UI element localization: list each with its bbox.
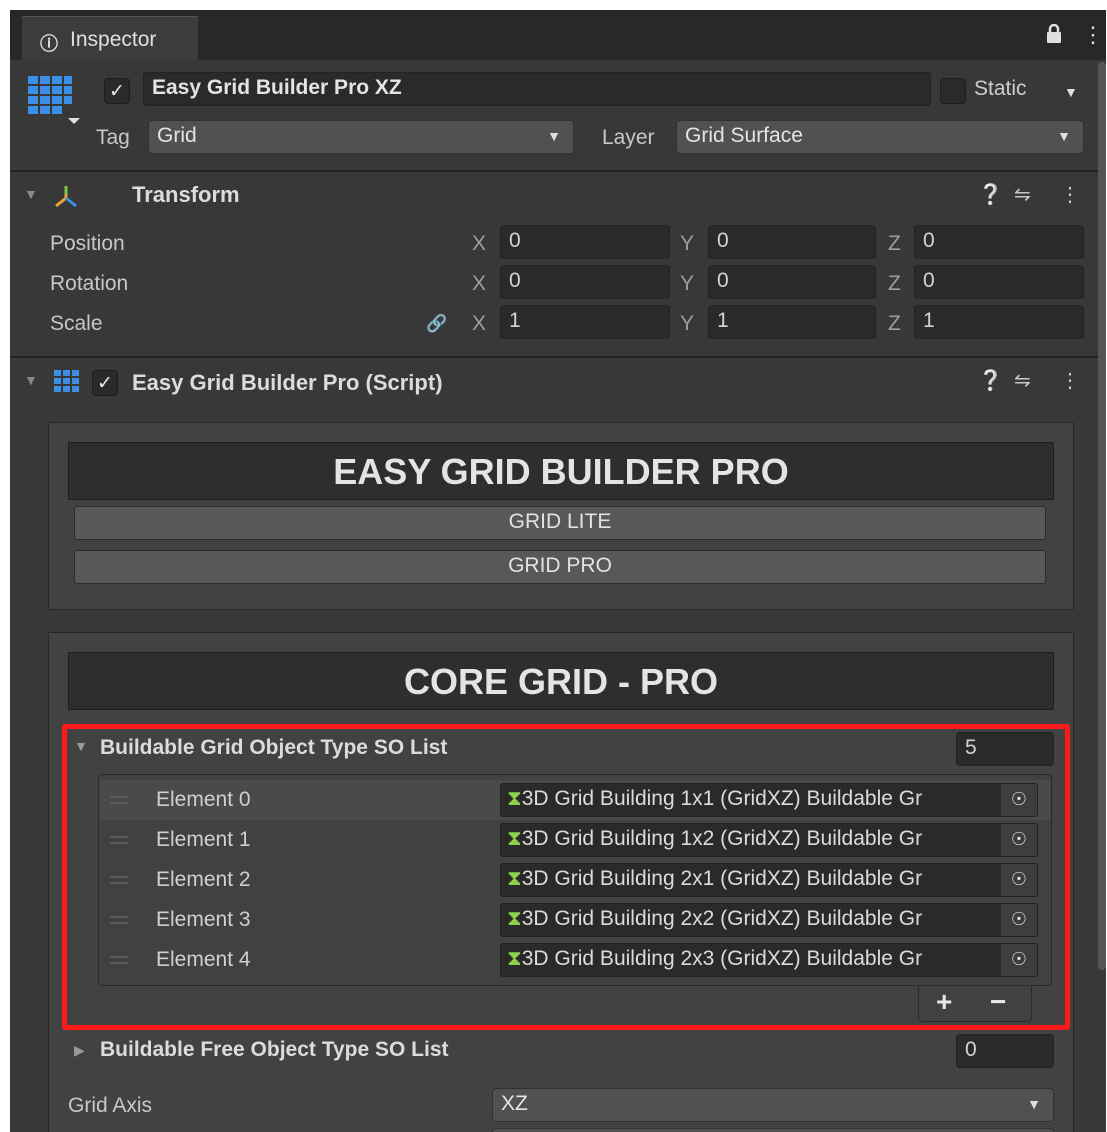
- script-enabled-checkbox[interactable]: ✓: [92, 370, 118, 396]
- layer-label: Layer: [602, 126, 655, 149]
- active-checkbox[interactable]: ✓: [104, 78, 130, 104]
- transform-row-label: Scale: [50, 312, 103, 335]
- tag-label: Tag: [96, 126, 130, 149]
- chevron-down-icon: ▼: [1057, 128, 1071, 144]
- tab-inspector[interactable]: ⓘ Inspector: [22, 16, 198, 60]
- grid-pro-button[interactable]: GRID PRO: [74, 550, 1046, 584]
- tab-label: Inspector: [70, 28, 157, 51]
- highlight-box: [62, 724, 1070, 1030]
- scrollbar-thumb[interactable]: [1098, 62, 1106, 970]
- transform-title: Transform: [132, 182, 240, 207]
- transform-icon: [52, 182, 80, 210]
- foldout-arrow-icon[interactable]: ▶: [74, 1042, 85, 1059]
- position-x-field[interactable]: 0: [500, 225, 670, 259]
- foldout-arrow-icon[interactable]: ▼: [24, 372, 38, 388]
- separator: [10, 356, 1106, 358]
- scale-y-field[interactable]: 1: [708, 305, 876, 339]
- static-label: Static: [974, 77, 1027, 100]
- transform-row-label: Rotation: [50, 272, 129, 295]
- axis-z-label: Z: [888, 272, 901, 295]
- axis-z-label: Z: [888, 312, 901, 335]
- position-y-field[interactable]: 0: [708, 225, 876, 259]
- rotation-y-field[interactable]: 0: [708, 265, 876, 299]
- grid-axis-label: Grid Axis: [68, 1094, 153, 1117]
- static-dropdown-arrow-icon[interactable]: ▼: [1064, 84, 1078, 100]
- kebab-menu-icon[interactable]: ⋮: [1082, 22, 1104, 47]
- axis-x-label: X: [472, 272, 487, 295]
- constrain-proportions-icon[interactable]: 🔗: [426, 314, 447, 334]
- component-menu-icon[interactable]: ⋮: [1060, 368, 1080, 393]
- static-checkbox[interactable]: [940, 78, 966, 104]
- axis-y-label: Y: [680, 232, 695, 255]
- inspector-panel: ⓘ Inspector ⋮ ✓ Easy Grid Builder Pro XZ…: [10, 10, 1106, 1132]
- tag-dropdown[interactable]: Grid ▼: [148, 120, 574, 154]
- script-title: Easy Grid Builder Pro (Script): [132, 370, 443, 395]
- rotation-x-field[interactable]: 0: [500, 265, 670, 299]
- title-banner: EASY GRID BUILDER PRO: [68, 442, 1054, 500]
- grid-axis-dropdown[interactable]: XZ ▼: [492, 1088, 1054, 1122]
- scale-z-field[interactable]: 1: [914, 305, 1084, 339]
- lock-icon[interactable]: [1046, 23, 1062, 44]
- layer-dropdown[interactable]: Grid Surface ▼: [676, 120, 1084, 154]
- foldout-arrow-icon[interactable]: ▼: [24, 186, 38, 202]
- axis-x-label: X: [472, 232, 487, 255]
- component-menu-icon[interactable]: ⋮: [1060, 182, 1080, 207]
- chevron-down-icon: ▼: [1027, 1096, 1041, 1112]
- preset-icon[interactable]: ⇋: [1014, 368, 1031, 393]
- layer-value: Grid Surface: [685, 124, 803, 147]
- axis-z-label: Z: [888, 232, 901, 255]
- separator: [10, 170, 1106, 172]
- core-grid-banner: CORE GRID - PRO: [68, 652, 1054, 710]
- grid-lite-button[interactable]: GRID LITE: [74, 506, 1046, 540]
- grid-axis-value: XZ: [501, 1092, 528, 1115]
- transform-row-label: Position: [50, 232, 125, 255]
- help-icon[interactable]: ❔: [978, 368, 1003, 393]
- scale-x-field[interactable]: 1: [500, 305, 670, 339]
- next-dropdown-partial[interactable]: [492, 1128, 1054, 1132]
- position-z-field[interactable]: 0: [914, 225, 1084, 259]
- preset-icon[interactable]: ⇋: [1014, 182, 1031, 207]
- rotation-z-field[interactable]: 0: [914, 265, 1084, 299]
- buildable-free-list-label[interactable]: Buildable Free Object Type SO List: [100, 1038, 449, 1062]
- buildable-free-list-size[interactable]: 0: [956, 1034, 1054, 1068]
- axis-y-label: Y: [680, 272, 695, 295]
- gameobject-icon: [24, 74, 84, 128]
- tag-value: Grid: [157, 124, 197, 147]
- info-icon: ⓘ: [40, 34, 58, 54]
- axis-x-label: X: [472, 312, 487, 335]
- chevron-down-icon: ▼: [547, 128, 561, 144]
- help-icon[interactable]: ❔: [978, 182, 1003, 207]
- axis-y-label: Y: [680, 312, 695, 335]
- object-name-field[interactable]: Easy Grid Builder Pro XZ: [143, 72, 931, 106]
- grid-script-icon: [52, 368, 82, 396]
